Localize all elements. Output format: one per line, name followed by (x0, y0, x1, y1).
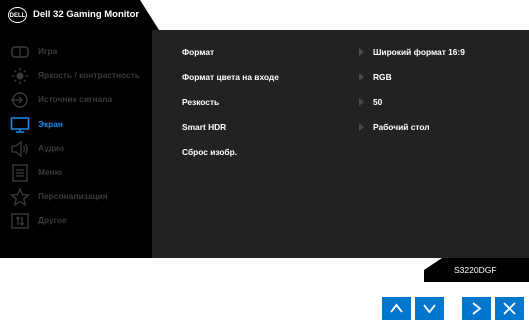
setting-value: 50 (373, 97, 383, 107)
game-icon (11, 46, 29, 58)
setting-label: Формат цвета на входе (182, 72, 279, 82)
sidebar-item-game[interactable]: Игра (0, 40, 152, 64)
arrow-right-icon (359, 123, 364, 131)
setting-row-image-reset[interactable]: Сброс изобр. (152, 141, 529, 163)
sidebar-item-label: Экран (38, 119, 63, 129)
arrow-right-icon (359, 48, 364, 56)
arrow-right-icon (359, 98, 364, 106)
setting-row-aspect-ratio[interactable]: Формат Широкий формат 16:9 (152, 41, 529, 63)
sidebar-item-label: Аудио (38, 143, 65, 153)
model-tab: S3220DGF (424, 258, 529, 282)
sidebar-item-display[interactable]: Экран (0, 113, 152, 137)
sidebar-item-brightness[interactable]: Яркость / контрастность (0, 64, 152, 88)
close-icon (503, 302, 516, 315)
setting-value: Широкий формат 16:9 (373, 47, 465, 57)
sidebar-item-label: Персонализация (38, 191, 108, 201)
brightness-icon (12, 68, 28, 84)
exit-button[interactable] (495, 297, 524, 320)
title-tab: DELL Dell 32 Gaming Monitor (0, 0, 159, 30)
down-arrow-icon (423, 304, 436, 314)
settings-panel: Формат Широкий формат 16:9 Формат цвета … (152, 30, 529, 258)
dell-logo: DELL (8, 7, 27, 23)
sidebar-item-label: Другое (38, 215, 67, 225)
down-button[interactable] (415, 297, 444, 320)
sidebar-item-other[interactable]: Другое (0, 209, 152, 233)
input-source-icon (11, 92, 28, 108)
up-arrow-icon (390, 303, 403, 313)
display-icon (10, 117, 30, 133)
star-icon (10, 188, 30, 206)
setting-label: Формат (182, 47, 215, 57)
sidebar-item-label: Яркость / контрастность (38, 70, 140, 80)
other-icon (11, 213, 29, 229)
setting-value: RGB (373, 72, 392, 82)
sidebar-item-label: Игра (38, 46, 58, 56)
setting-label: Резкость (182, 97, 220, 107)
speaker-icon (11, 140, 28, 158)
sidebar-item-label: Источник сигнала (38, 94, 113, 104)
setting-label: Сброс изобр. (182, 147, 238, 157)
sidebar-item-label: Меню (38, 167, 62, 177)
right-arrow-icon (472, 302, 482, 315)
title-bar: DELL Dell 32 Gaming Monitor (0, 0, 529, 30)
sidebar-item-audio[interactable]: Аудио (0, 137, 152, 161)
up-button[interactable] (382, 297, 411, 320)
sidebar-item-menu[interactable]: Меню (0, 161, 152, 185)
setting-value: Рабочий стол (373, 122, 430, 132)
next-button[interactable] (462, 297, 491, 320)
sidebar-item-input-source[interactable]: Источник сигнала (0, 88, 152, 112)
setting-row-sharpness[interactable]: Резкость 50 (152, 91, 529, 113)
model-name: S3220DGF (454, 265, 497, 275)
setting-row-input-color-format[interactable]: Формат цвета на входе RGB (152, 66, 529, 88)
arrow-right-icon (359, 73, 364, 81)
monitor-title: Dell 32 Gaming Monitor (33, 9, 140, 20)
sidebar: Игра Яркость / контрастность Источник си (0, 30, 152, 258)
setting-label: Smart HDR (182, 122, 227, 132)
sidebar-item-personalization[interactable]: Персонализация (0, 185, 152, 209)
menu-icon (12, 164, 28, 182)
setting-row-smart-hdr[interactable]: Smart HDR Рабочий стол (152, 116, 529, 138)
osd-panel: Игра Яркость / контрастность Источник си (0, 30, 529, 258)
